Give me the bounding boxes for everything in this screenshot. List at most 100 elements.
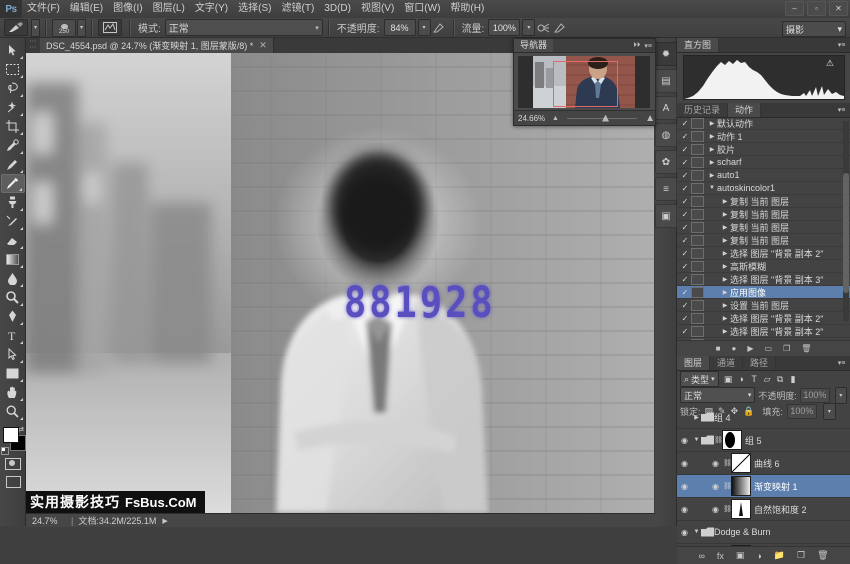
toggle-brush-panel-icon[interactable] — [98, 19, 122, 36]
close-button[interactable]: ✕ — [829, 1, 848, 16]
stop-action-icon[interactable]: ■ — [716, 344, 721, 353]
filter-toggle-icon[interactable]: ▮ — [787, 372, 800, 386]
airbrush-icon[interactable] — [535, 20, 552, 36]
action-enabled-checkbox[interactable]: ✓ — [679, 132, 691, 141]
chevron-right-icon[interactable]: ▶ — [162, 517, 167, 525]
disclosure-triangle-icon[interactable]: ▶ — [720, 237, 730, 244]
add-layer-mask-icon[interactable]: ▣ — [736, 550, 745, 561]
dodge-tool[interactable] — [1, 288, 25, 307]
action-dialog-toggle[interactable] — [691, 235, 704, 246]
disclosure-triangle-icon[interactable]: ▶ — [720, 276, 730, 283]
new-group-icon[interactable]: 📁 — [774, 550, 785, 561]
clone-stamp-tool[interactable] — [1, 193, 25, 212]
layer-mask-thumbnail[interactable] — [722, 430, 742, 450]
spot-healing-brush-tool[interactable] — [1, 155, 25, 174]
opacity-input[interactable]: 84% — [384, 19, 416, 36]
status-zoom-value[interactable]: 24.7% — [32, 516, 66, 526]
menu-item-6[interactable]: 滤镜(T) — [277, 0, 320, 18]
tab-layers-0[interactable]: 图层 — [677, 356, 710, 370]
action-row[interactable]: ✓▶设置 当前 图层 — [677, 299, 850, 312]
layer-visibility-toggle[interactable]: ◉ — [677, 459, 692, 468]
layer-opacity-stepper[interactable]: ▾ — [835, 387, 847, 404]
new-adjustment-layer-icon[interactable]: ◑ — [756, 551, 761, 561]
quick-mask-toggle[interactable] — [0, 455, 26, 473]
menu-item-5[interactable]: 选择(S) — [233, 0, 276, 18]
move-tool[interactable] — [1, 41, 25, 60]
hand-tool[interactable] — [1, 383, 25, 402]
menu-item-4[interactable]: 文字(Y) — [190, 0, 233, 18]
action-dialog-toggle[interactable] — [691, 118, 704, 129]
menu-item-1[interactable]: 编辑(E) — [65, 0, 108, 18]
action-row[interactable]: ✓▼autoskincolor1 — [677, 182, 850, 195]
menu-item-9[interactable]: 窗口(W) — [399, 0, 445, 18]
flow-input[interactable]: 100% — [488, 19, 520, 36]
filter-shape-icon[interactable]: ▱ — [761, 372, 774, 386]
action-dialog-toggle[interactable] — [691, 209, 704, 220]
action-dialog-toggle[interactable] — [691, 131, 704, 142]
action-dialog-toggle[interactable] — [691, 157, 704, 168]
action-row[interactable]: ✓▶动作 1 — [677, 130, 850, 143]
screen-mode-toggle[interactable] — [0, 473, 26, 491]
tab-navigator[interactable]: 导航器 — [514, 39, 553, 52]
filter-type-icon[interactable]: T — [748, 372, 761, 386]
action-enabled-checkbox[interactable]: ✓ — [679, 275, 691, 284]
disclosure-triangle-icon[interactable]: ▶ — [707, 172, 717, 179]
brush-pressure-icon[interactable] — [552, 20, 569, 36]
play-action-icon[interactable]: ▶ — [747, 344, 753, 353]
zoom-in-icon[interactable]: ▲ — [645, 113, 655, 124]
zoom-out-icon[interactable]: ▲ — [552, 115, 559, 122]
brush-preset-preview[interactable] — [4, 19, 28, 36]
action-dialog-toggle[interactable] — [691, 222, 704, 233]
blur-tool[interactable] — [1, 269, 25, 288]
actions-scrollbar-thumb[interactable] — [843, 173, 849, 293]
collapse-icon[interactable]: ⏵⏵ — [633, 42, 640, 50]
disclosure-triangle-icon[interactable]: ▶ — [720, 302, 730, 309]
adjustments-dock-icon[interactable]: ▤ — [655, 69, 677, 93]
eraser-tool[interactable] — [1, 231, 25, 250]
action-row[interactable]: ✓▶复制 当前 图层 — [677, 234, 850, 247]
layer-style-icon[interactable]: fx — [717, 551, 724, 561]
action-row[interactable]: ✓▶选择 图层 "背景 副本 2" — [677, 312, 850, 325]
action-row[interactable]: ✓▶选择 图层 "背景 副本 2" — [677, 325, 850, 338]
link-icon[interactable]: ⛓ — [714, 436, 722, 444]
action-enabled-checkbox[interactable]: ✓ — [679, 314, 691, 323]
minimize-button[interactable]: – — [785, 1, 804, 16]
histogram-warning-icon[interactable]: ⚠ — [826, 58, 834, 69]
layer-row[interactable]: ◉◉⛓自然饱和度 2 — [677, 498, 850, 521]
disclosure-triangle-icon[interactable]: ▼ — [692, 437, 701, 443]
workspace-selector[interactable]: 摄影 ▾ — [782, 21, 846, 37]
tab-drag-handle[interactable]: ⋯⋯ — [28, 39, 38, 52]
menu-item-0[interactable]: 文件(F) — [22, 0, 65, 18]
filter-adjustment-icon[interactable]: ◑ — [735, 372, 748, 386]
close-icon[interactable]: ✕ — [259, 40, 267, 51]
layer-visibility-toggle[interactable]: ◉ — [677, 505, 692, 514]
navigator-view-box[interactable] — [553, 61, 618, 107]
disclosure-triangle-icon[interactable]: ▶ — [720, 224, 730, 231]
filter-pixel-icon[interactable]: ▣ — [722, 372, 735, 386]
panel-menu-icon[interactable]: ▾≡ — [836, 359, 847, 367]
action-dialog-toggle[interactable] — [691, 261, 704, 272]
disclosure-triangle-icon[interactable]: ▶ — [707, 146, 717, 153]
new-action-icon[interactable]: ❐ — [783, 344, 790, 353]
action-dialog-toggle[interactable] — [691, 287, 704, 298]
disclosure-triangle-icon[interactable]: ▶ — [720, 289, 730, 296]
layer-visibility-toggle[interactable]: ◉ — [677, 436, 692, 445]
brush-size-picker[interactable]: 250 — [52, 19, 76, 37]
action-enabled-checkbox[interactable]: ✓ — [679, 171, 691, 180]
properties-dock-icon[interactable]: ≡ — [655, 177, 677, 201]
action-enabled-checkbox[interactable]: ✓ — [679, 249, 691, 258]
navigator-zoom-slider[interactable] — [559, 111, 645, 125]
action-dialog-toggle[interactable] — [691, 248, 704, 259]
action-enabled-checkbox[interactable]: ✓ — [679, 236, 691, 245]
layer-clip-icon[interactable]: ◉ — [708, 482, 723, 491]
layer-clip-icon[interactable]: ◉ — [708, 459, 723, 468]
maximize-button[interactable]: ▫ — [807, 1, 826, 16]
disclosure-triangle-icon[interactable]: ▶ — [720, 315, 730, 322]
menu-item-2[interactable]: 图像(I) — [108, 0, 147, 18]
action-dialog-toggle[interactable] — [691, 144, 704, 155]
disclosure-triangle-icon[interactable]: ▶ — [707, 120, 717, 127]
disclosure-triangle-icon[interactable]: ▼ — [707, 185, 717, 191]
action-row[interactable]: ✓▶高斯模糊 — [677, 260, 850, 273]
action-dialog-toggle[interactable] — [691, 196, 704, 207]
pen-tool[interactable] — [1, 307, 25, 326]
